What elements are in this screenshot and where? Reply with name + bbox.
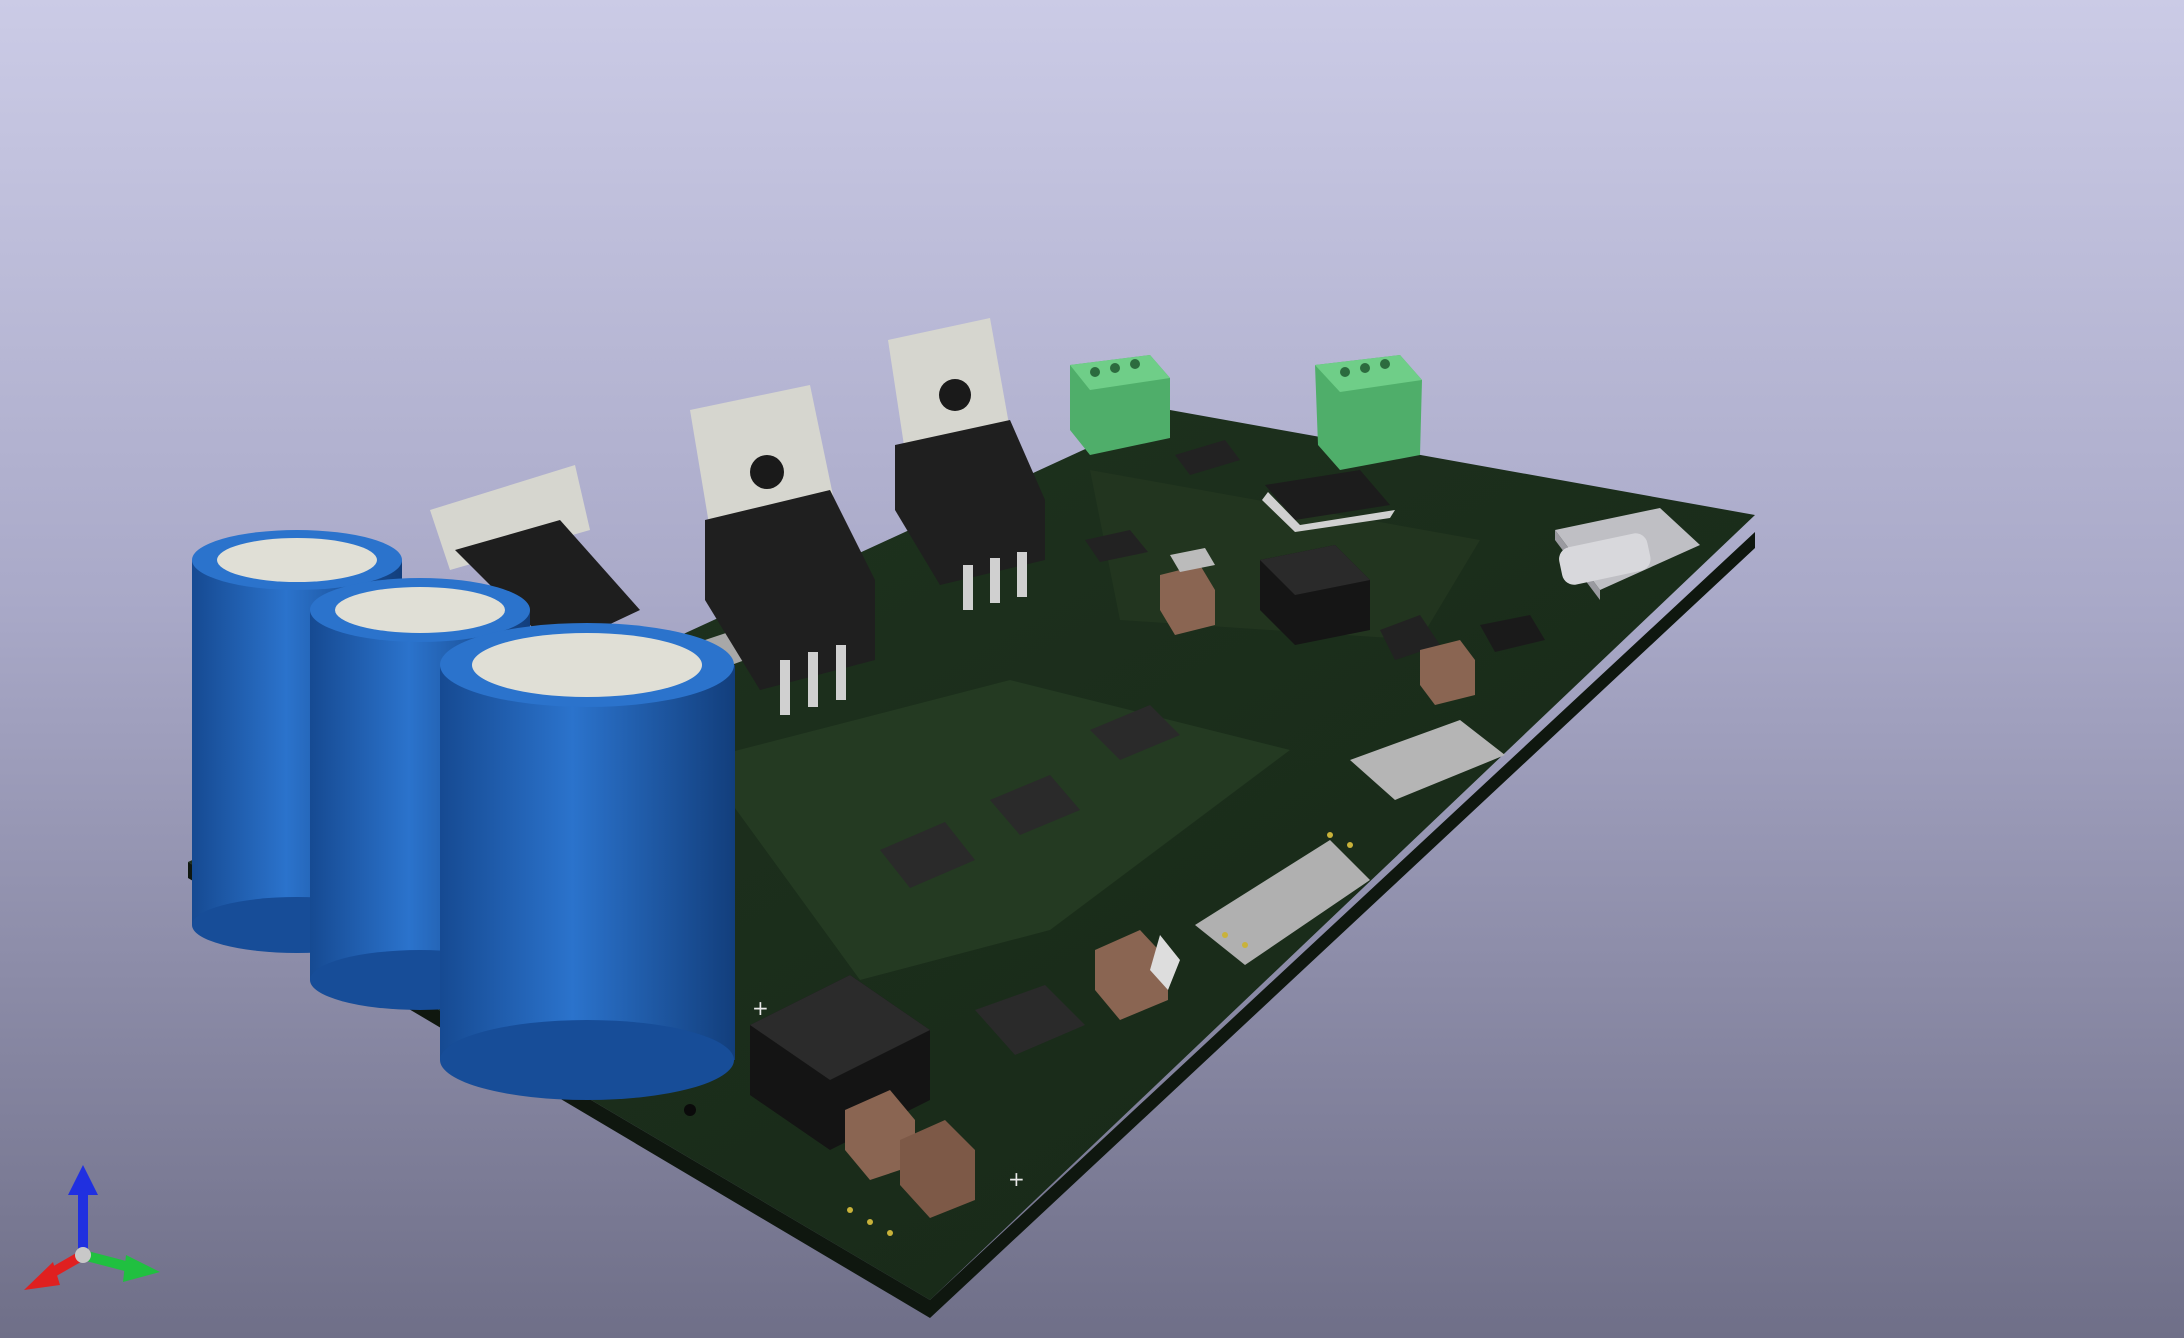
z-axis-arrowhead-icon bbox=[68, 1165, 98, 1195]
electrolytic-capacitor-3 bbox=[440, 623, 735, 1100]
svg-text:+: + bbox=[752, 996, 769, 1020]
svg-text:+: + bbox=[1008, 1167, 1025, 1191]
y-axis-arrowhead-icon bbox=[123, 1255, 160, 1282]
3d-viewport[interactable]: + + bbox=[0, 0, 2184, 1338]
pcb-3d-scene[interactable]: + + bbox=[0, 0, 2184, 1338]
terminal-block-1[interactable] bbox=[1070, 355, 1170, 455]
axis-orientation-indicator bbox=[24, 1165, 160, 1290]
terminal-block-2[interactable] bbox=[1315, 355, 1422, 470]
